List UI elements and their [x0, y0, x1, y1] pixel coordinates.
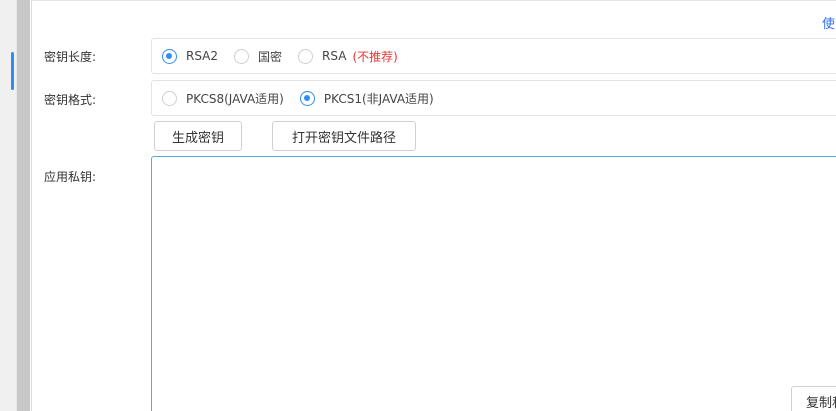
active-indicator: [11, 52, 14, 90]
key-tool-panel: 使 密钥长度: RSA2 国密 RSA (不推荐) 密钥格式: PKCS8(JA…: [31, 0, 836, 411]
scroll-gutter[interactable]: [17, 0, 30, 411]
radio-rsa2-label: RSA2: [186, 49, 219, 63]
generate-key-button[interactable]: 生成密钥: [154, 121, 242, 151]
private-key-label: 应用私钥:: [44, 170, 97, 184]
copy-private-key-button[interactable]: 复制私: [791, 386, 836, 411]
key-format-group: PKCS8(JAVA适用) PKCS1(非JAVA适用): [151, 80, 836, 116]
left-sidebar-strip: [0, 0, 17, 411]
key-length-label: 密钥长度:: [44, 50, 97, 64]
radio-rsa-label: RSA: [322, 49, 347, 63]
open-key-path-button[interactable]: 打开密钥文件路径: [272, 121, 416, 151]
not-recommended-note: (不推荐): [352, 49, 398, 64]
key-format-label: 密钥格式:: [44, 93, 97, 107]
radio-pkcs8[interactable]: PKCS8(JAVA适用): [162, 90, 284, 107]
radio-sm-label: 国密: [258, 49, 283, 64]
radio-unchecked-icon: [234, 48, 250, 64]
key-length-group: RSA2 国密 RSA (不推荐): [151, 38, 836, 74]
radio-pkcs1[interactable]: PKCS1(非JAVA适用): [299, 90, 434, 107]
radio-unchecked-icon: [298, 48, 314, 64]
radio-checked-icon: [299, 90, 315, 106]
radio-checked-icon: [162, 48, 177, 64]
radio-rsa2[interactable]: RSA2: [162, 48, 219, 64]
radio-sm[interactable]: 国密: [234, 48, 282, 65]
usage-link[interactable]: 使: [822, 13, 836, 32]
radio-rsa[interactable]: RSA (不推荐): [298, 48, 398, 65]
radio-pkcs8-label: PKCS8(JAVA适用): [186, 91, 284, 106]
radio-pkcs1-label: PKCS1(非JAVA适用): [323, 91, 434, 106]
private-key-textarea[interactable]: [151, 156, 836, 411]
radio-unchecked-icon: [162, 90, 177, 106]
